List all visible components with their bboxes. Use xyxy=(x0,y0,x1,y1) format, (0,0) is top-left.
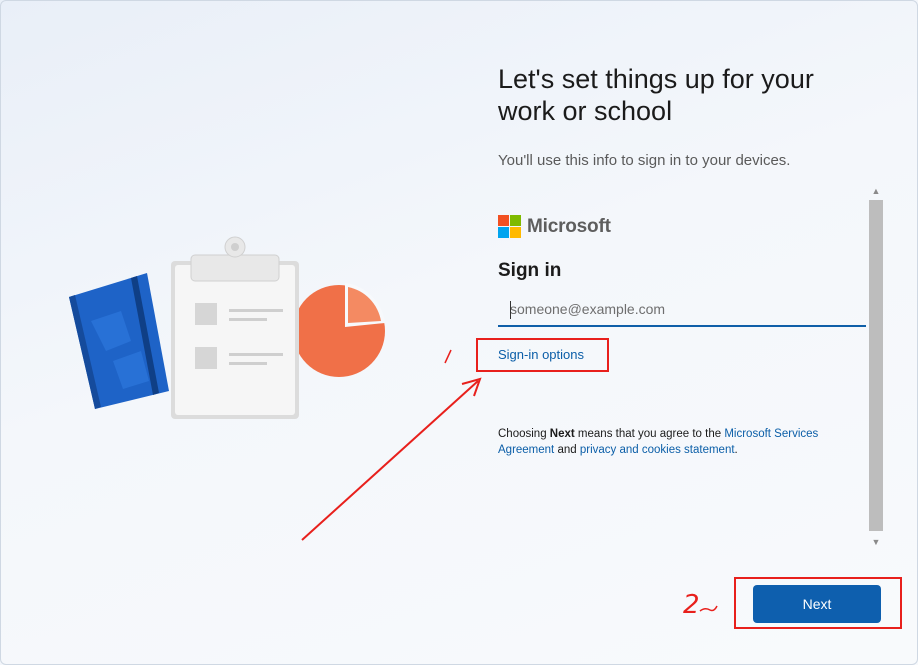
header-area: Let's set things up for your work or sch… xyxy=(498,63,878,169)
email-input[interactable] xyxy=(498,293,866,327)
scroll-up-icon[interactable]: ▲ xyxy=(868,183,884,199)
pie-chart-image xyxy=(293,283,385,377)
privacy-statement-link[interactable]: privacy and cookies statement xyxy=(580,444,735,456)
scroll-thumb[interactable] xyxy=(869,200,883,531)
clipboard-image xyxy=(171,236,299,419)
agreement-middle: means that you agree to the xyxy=(574,428,725,440)
next-button[interactable]: Next xyxy=(753,585,881,623)
scroll-down-icon[interactable]: ▼ xyxy=(868,534,884,550)
setup-window: Let's set things up for your work or sch… xyxy=(0,0,918,665)
signin-heading: Sign in xyxy=(498,260,562,281)
scrollbar[interactable]: ▲ ▼ xyxy=(868,183,884,550)
text-caret xyxy=(510,301,511,319)
setup-illustration xyxy=(69,236,385,419)
page-title: Let's set things up for your work or sch… xyxy=(498,64,814,126)
microsoft-wordmark: Microsoft xyxy=(527,215,611,237)
agreement-prefix: Choosing xyxy=(498,428,550,440)
notebook-image xyxy=(69,273,169,409)
agreement-suffix: . xyxy=(734,444,738,456)
microsoft-logo-icon xyxy=(498,215,521,238)
agreement-bold: Next xyxy=(549,428,575,440)
page-subtitle: You'll use this info to sign in to your … xyxy=(498,152,791,169)
signin-frame: Microsoft Sign in Sign-in options Choosi… xyxy=(498,183,884,550)
microsoft-logo: Microsoft xyxy=(498,215,611,238)
agreement-text: Choosing Next means that you agree to th… xyxy=(498,426,858,458)
signin-options-link[interactable]: Sign-in options xyxy=(498,347,584,362)
agreement-and: and xyxy=(554,444,580,456)
